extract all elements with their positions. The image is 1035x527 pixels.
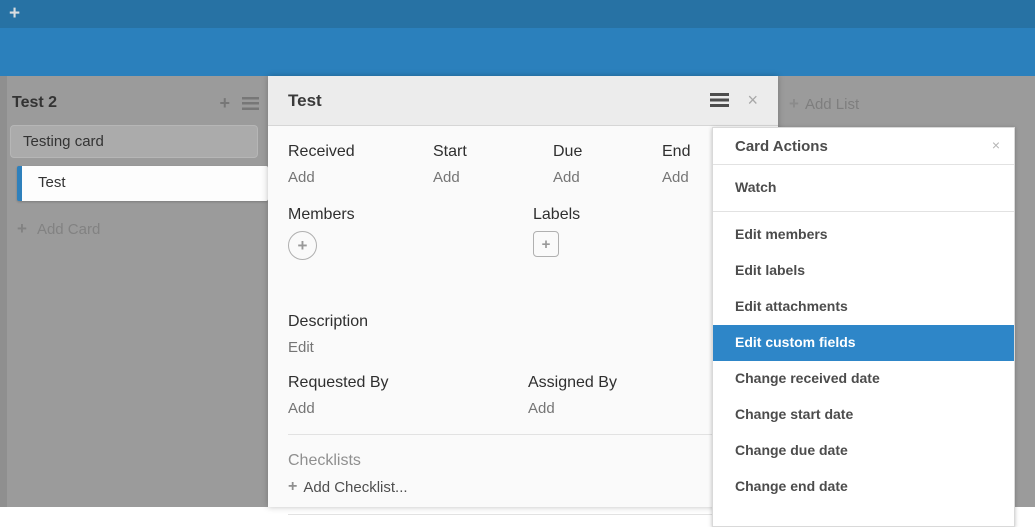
card-actions-menu-icon[interactable]	[710, 93, 729, 107]
add-list-label: Add List	[805, 96, 859, 113]
menu-item-change-end-date[interactable]: Change end date	[713, 469, 1014, 505]
checklists-label: Checklists	[288, 452, 758, 470]
card-detail-title: Test	[288, 91, 322, 110]
close-menu-icon[interactable]: ×	[992, 137, 1000, 153]
received-label: Received	[288, 143, 433, 161]
add-board-icon[interactable]: +	[9, 3, 20, 25]
description-label: Description	[288, 313, 758, 331]
field-due: Due Add	[553, 143, 662, 187]
list-header: Test 2 +	[7, 76, 269, 124]
plus-icon: +	[17, 219, 27, 239]
field-start: Start Add	[433, 143, 553, 187]
add-member-button[interactable]: +	[288, 231, 317, 260]
add-checklist-button[interactable]: + Add Checklist...	[288, 478, 758, 496]
requested-by-section: Requested By Add	[288, 374, 528, 418]
card-actions-title: Card Actions	[735, 138, 828, 155]
date-fields-row: Received Add Start Add Due Add End Add	[288, 126, 758, 187]
due-label: Due	[553, 143, 662, 161]
list-add-card-icon[interactable]: +	[219, 96, 230, 110]
card-detail-body: Received Add Start Add Due Add End Add	[268, 126, 778, 515]
divider	[288, 434, 758, 435]
menu-items-group: Edit members Edit labels Edit attachment…	[713, 212, 1014, 505]
list-test2: Test 2 + Testing card Test + Add Card	[7, 76, 269, 239]
members-labels-row: Members + Labels +	[288, 206, 758, 260]
plus-icon: +	[789, 94, 799, 114]
add-list-button[interactable]: + Add List	[789, 94, 859, 114]
description-edit-link[interactable]: Edit	[288, 339, 314, 356]
menu-item-edit-members[interactable]: Edit members	[713, 217, 1014, 253]
due-add-link[interactable]: Add	[553, 169, 580, 186]
list-title: Test 2	[12, 94, 57, 111]
menu-item-change-received-date[interactable]: Change received date	[713, 361, 1014, 397]
menu-item-watch[interactable]: Watch	[713, 165, 1014, 212]
card-actions-menu: Card Actions × Watch Edit members Edit l…	[712, 127, 1015, 527]
add-card-label: Add Card	[37, 221, 100, 238]
card-detail-header: Test ×	[268, 76, 778, 126]
members-label: Members	[288, 206, 533, 224]
requested-by-add-link[interactable]: Add	[288, 400, 315, 417]
board-header-band	[0, 28, 1035, 76]
menu-item-edit-custom-fields[interactable]: Edit custom fields	[713, 325, 1014, 361]
plus-icon: +	[288, 478, 297, 496]
description-section: Description Edit	[288, 313, 758, 357]
app-window: + Test 2 + Testing card Test + Add Card …	[0, 0, 1035, 507]
menu-item-edit-attachments[interactable]: Edit attachments	[713, 289, 1014, 325]
add-label-button[interactable]: +	[533, 231, 559, 257]
requested-by-label: Requested By	[288, 374, 528, 392]
card-test-selected[interactable]: Test	[17, 166, 268, 201]
card-actions-header: Card Actions ×	[713, 128, 1014, 165]
received-add-link[interactable]: Add	[288, 169, 315, 186]
members-section: Members +	[288, 206, 533, 260]
close-card-icon[interactable]: ×	[747, 92, 758, 108]
list-menu-icon[interactable]	[242, 97, 259, 110]
requested-assigned-row: Requested By Add Assigned By Add	[288, 374, 758, 418]
card-detail-panel: Test × Received Add Start Add Due Add	[268, 76, 778, 507]
menu-item-change-due-date[interactable]: Change due date	[713, 433, 1014, 469]
board-left-strip	[0, 76, 7, 507]
top-navbar: +	[0, 0, 1035, 28]
start-label: Start	[433, 143, 553, 161]
assigned-by-add-link[interactable]: Add	[528, 400, 555, 417]
card-testing-card[interactable]: Testing card	[10, 125, 258, 158]
field-received: Received Add	[288, 143, 433, 187]
end-add-link[interactable]: Add	[662, 169, 689, 186]
menu-item-edit-labels[interactable]: Edit labels	[713, 253, 1014, 289]
add-card-button[interactable]: + Add Card	[17, 219, 269, 239]
start-add-link[interactable]: Add	[433, 169, 460, 186]
menu-item-change-start-date[interactable]: Change start date	[713, 397, 1014, 433]
divider	[288, 514, 758, 515]
add-checklist-label: Add Checklist...	[303, 479, 407, 496]
